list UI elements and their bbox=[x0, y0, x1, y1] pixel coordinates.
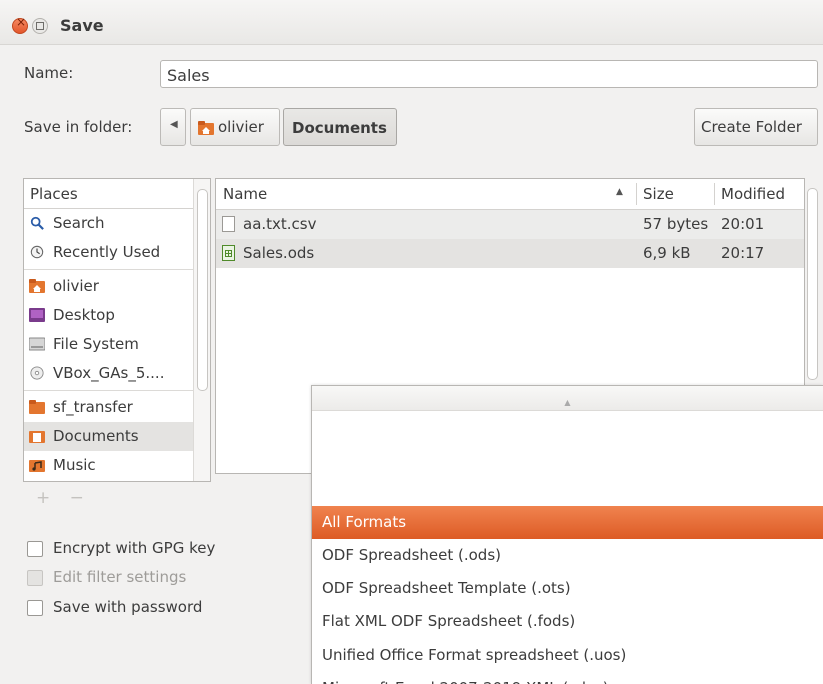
password-label[interactable]: Save with password bbox=[53, 598, 202, 616]
password-checkbox[interactable] bbox=[27, 600, 43, 616]
create-folder-label: Create Folder bbox=[701, 118, 802, 136]
sort-up-icon: ▲ bbox=[616, 187, 623, 197]
disc-icon bbox=[30, 366, 44, 380]
places-header: Places bbox=[24, 179, 210, 209]
add-place-button[interactable]: + bbox=[36, 488, 50, 508]
sidebar-item-vbox[interactable]: VBox_GAs_5.... bbox=[24, 359, 210, 388]
sidebar-item-label: olivier bbox=[53, 277, 99, 295]
sidebar-item-label: Search bbox=[53, 214, 105, 232]
sidebar-item-label: Music bbox=[53, 456, 96, 474]
file-size: 6,9 kB bbox=[643, 244, 691, 262]
menu-item-fods[interactable]: Flat XML ODF Spreadsheet (.fods) bbox=[312, 605, 823, 638]
file-size: 57 bytes bbox=[643, 215, 709, 233]
text-file-icon bbox=[222, 216, 235, 232]
menu-item-ots[interactable]: ODF Spreadsheet Template (.ots) bbox=[312, 572, 823, 605]
spreadsheet-file-icon bbox=[222, 245, 235, 261]
sidebar-item-olivier[interactable]: olivier bbox=[24, 272, 210, 301]
clock-icon bbox=[30, 245, 44, 259]
left-arrow-icon: ◀ bbox=[170, 119, 178, 130]
scrollbar-thumb[interactable] bbox=[197, 189, 208, 391]
file-modified: 20:01 bbox=[721, 215, 765, 233]
sidebar-item-label: File System bbox=[53, 335, 139, 353]
sidebar-separator bbox=[24, 269, 210, 270]
path-button-olivier[interactable]: olivier bbox=[190, 108, 280, 146]
sidebar-item-documents[interactable]: Documents bbox=[24, 422, 210, 451]
sidebar-item-label: sf_transfer bbox=[53, 398, 133, 416]
sidebar-item-label: VBox_GAs_5.... bbox=[53, 364, 165, 382]
edit-filter-label: Edit filter settings bbox=[53, 568, 187, 586]
folder-icon bbox=[29, 400, 45, 414]
title-bar: Save bbox=[0, 0, 823, 45]
file-name: Sales.ods bbox=[243, 244, 315, 262]
edit-filter-checkbox bbox=[27, 570, 43, 586]
menu-item-uos[interactable]: Unified Office Format spreadsheet (.uos) bbox=[312, 639, 823, 672]
column-divider bbox=[714, 183, 715, 205]
music-folder-icon bbox=[29, 460, 45, 472]
search-icon bbox=[30, 216, 44, 230]
file-list-scrollbar[interactable] bbox=[805, 178, 820, 388]
file-list-header: Name ▲ Size Modified bbox=[216, 179, 804, 210]
close-window-button[interactable] bbox=[12, 15, 28, 34]
places-sidebar: Places Search Recently Used olivier Desk… bbox=[23, 178, 211, 482]
add-remove-places: + − bbox=[36, 488, 84, 508]
drive-icon bbox=[29, 337, 45, 351]
sidebar-item-search[interactable]: Search bbox=[24, 209, 210, 238]
sidebar-item-label: Desktop bbox=[53, 306, 115, 324]
sidebar-item-desktop[interactable]: Desktop bbox=[24, 301, 210, 330]
menu-item-all-formats[interactable]: All Formats bbox=[312, 506, 823, 539]
table-row[interactable]: Sales.ods 6,9 kB 20:17 bbox=[216, 239, 804, 268]
column-header-modified[interactable]: Modified bbox=[721, 185, 785, 203]
file-name-input[interactable]: Sales bbox=[160, 60, 818, 88]
table-row[interactable]: aa.txt.csv 57 bytes 20:01 bbox=[216, 210, 804, 239]
sidebar-item-music[interactable]: Music bbox=[24, 451, 210, 480]
maximize-window-button[interactable] bbox=[32, 18, 48, 34]
window-title: Save bbox=[60, 16, 104, 35]
file-modified: 20:17 bbox=[721, 244, 765, 262]
sidebar-separator bbox=[24, 390, 210, 391]
file-type-menu: ▲ All Formats ODF Spreadsheet (.ods) ODF… bbox=[311, 385, 823, 684]
create-folder-button[interactable]: Create Folder bbox=[694, 108, 818, 146]
home-folder-icon bbox=[29, 279, 45, 293]
remove-place-button[interactable]: − bbox=[70, 488, 84, 508]
places-scrollbar[interactable] bbox=[193, 179, 210, 481]
sidebar-item-label: Recently Used bbox=[53, 243, 161, 261]
sidebar-item-label: Documents bbox=[53, 427, 139, 445]
path-label-documents: Documents bbox=[292, 119, 387, 137]
scrollbar-thumb[interactable] bbox=[807, 188, 818, 380]
sidebar-item-recently-used[interactable]: Recently Used bbox=[24, 238, 210, 267]
menu-item-ods[interactable]: ODF Spreadsheet (.ods) bbox=[312, 539, 823, 572]
path-back-button[interactable]: ◀ bbox=[160, 108, 186, 146]
path-button-documents[interactable]: Documents bbox=[283, 108, 397, 146]
sidebar-item-file-system[interactable]: File System bbox=[24, 330, 210, 359]
name-label: Name: bbox=[24, 64, 74, 82]
desktop-icon bbox=[29, 308, 45, 322]
save-in-folder-label: Save in folder: bbox=[24, 118, 133, 136]
home-folder-icon bbox=[198, 121, 214, 135]
path-label-olivier: olivier bbox=[218, 118, 264, 136]
column-header-size[interactable]: Size bbox=[643, 185, 674, 203]
documents-folder-icon bbox=[29, 431, 45, 443]
menu-item-xlsx[interactable]: Microsoft Excel 2007-2019 XML (.xlsx) bbox=[312, 672, 823, 684]
encrypt-checkbox[interactable] bbox=[27, 541, 43, 557]
file-name: aa.txt.csv bbox=[243, 215, 317, 233]
column-header-name[interactable]: Name bbox=[223, 185, 267, 203]
menu-scroll-up[interactable]: ▲ bbox=[312, 386, 823, 411]
column-divider bbox=[636, 183, 637, 205]
sidebar-item-sf-transfer[interactable]: sf_transfer bbox=[24, 393, 210, 422]
scroll-up-icon: ▲ bbox=[564, 398, 571, 407]
encrypt-label[interactable]: Encrypt with GPG key bbox=[53, 539, 215, 557]
